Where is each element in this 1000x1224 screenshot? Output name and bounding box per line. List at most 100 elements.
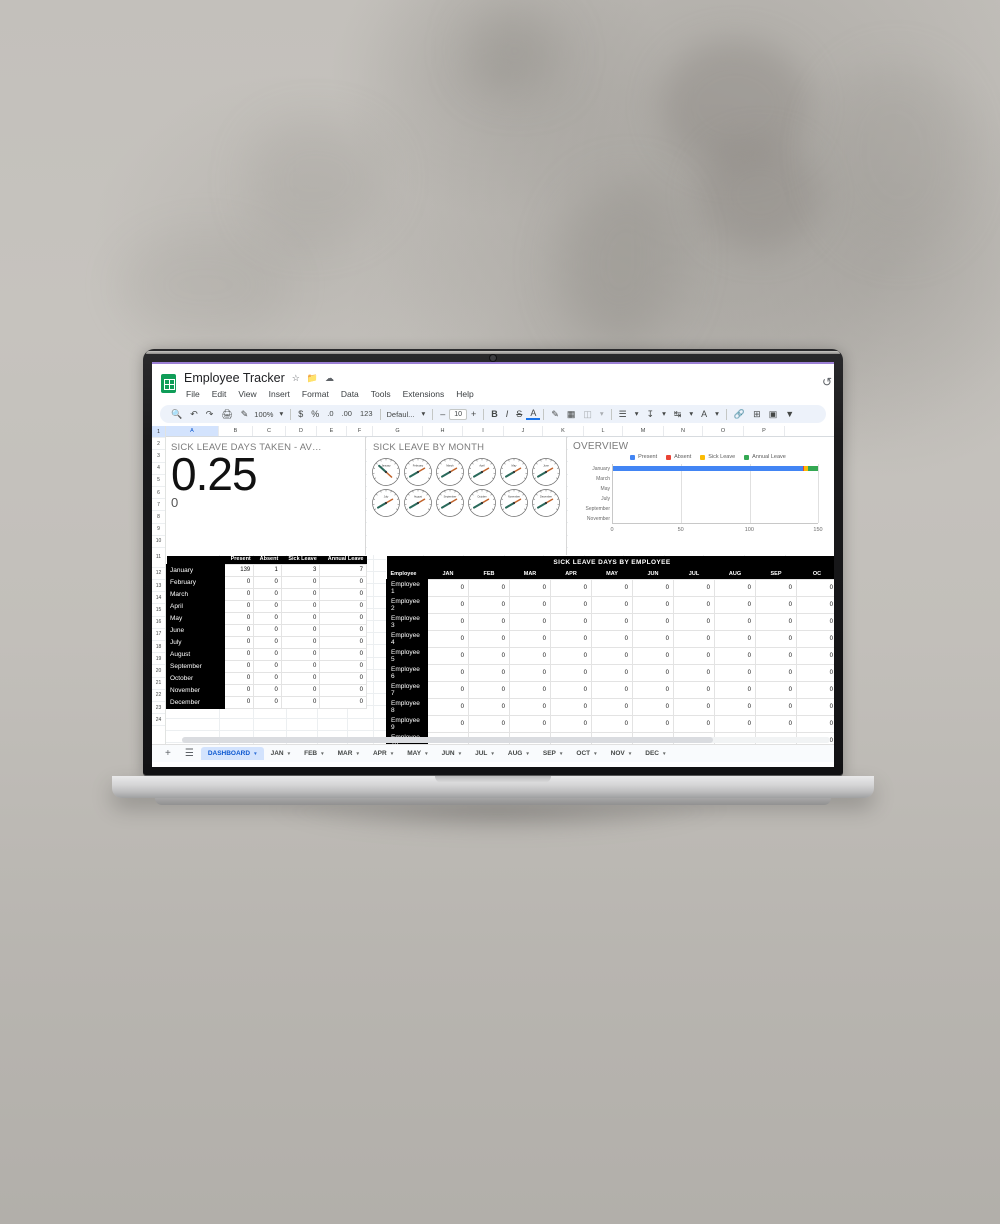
value-cell[interactable]: 7	[319, 563, 367, 577]
value-cell[interactable]: 0	[223, 635, 255, 649]
font-family-select[interactable]: Defaul...	[384, 410, 418, 419]
row-header-23[interactable]: 23	[152, 701, 165, 715]
italic-button[interactable]: I	[502, 409, 513, 419]
chevron-down-icon[interactable]: ▾	[594, 751, 597, 757]
value-cell[interactable]: 0	[796, 715, 834, 733]
print-icon[interactable]: 🖨	[217, 409, 236, 419]
chevron-down-icon[interactable]: ▾	[560, 751, 563, 757]
value-cell[interactable]: 0	[280, 575, 321, 589]
row-header-5[interactable]: 5	[152, 474, 165, 487]
column-header-P[interactable]: P	[744, 426, 785, 436]
row-header-9[interactable]: 9	[152, 523, 165, 536]
column-header-J[interactable]: J	[504, 426, 543, 436]
value-cell[interactable]: 0	[673, 596, 715, 614]
column-header-E[interactable]: E	[317, 426, 347, 436]
value-cell[interactable]: 0	[673, 715, 715, 733]
link-icon[interactable]: 🔗	[730, 409, 749, 419]
value-cell[interactable]: 0	[509, 715, 551, 733]
undo-icon[interactable]: ↶	[186, 409, 202, 419]
value-cell[interactable]: 0	[223, 623, 255, 637]
value-cell[interactable]: 0	[468, 647, 510, 665]
value-cell[interactable]: 0	[319, 683, 367, 697]
value-cell[interactable]: 0	[796, 664, 834, 682]
value-cell[interactable]: 0	[280, 671, 321, 685]
sheet-tab-sep[interactable]: SEP ▾	[536, 747, 570, 760]
value-cell[interactable]: 0	[253, 671, 282, 685]
value-cell[interactable]: 0	[253, 587, 282, 601]
chevron-down-icon[interactable]: ▾	[459, 751, 462, 757]
sheet-tab-aug[interactable]: AUG ▾	[501, 747, 536, 760]
value-cell[interactable]: 0	[550, 596, 592, 614]
row-header-3[interactable]: 3	[152, 450, 165, 463]
value-cell[interactable]: 0	[253, 683, 282, 697]
value-cell[interactable]: 3	[280, 563, 321, 577]
table-row[interactable]: November 0 0 0 0	[166, 683, 367, 697]
table-row[interactable]: December 0 0 0 0	[166, 695, 367, 709]
increase-decimal-icon[interactable]: .00	[338, 410, 356, 418]
row-header-19[interactable]: 19	[152, 653, 165, 666]
redo-icon[interactable]: ↷	[202, 409, 218, 419]
table-row[interactable]: Employee 10000000000	[386, 579, 834, 597]
value-cell[interactable]: 0	[673, 647, 715, 665]
value-cell[interactable]: 0	[468, 681, 510, 699]
chevron-down-icon[interactable]: ▾	[391, 751, 394, 757]
column-header-I[interactable]: I	[463, 426, 504, 436]
halign-chevron-down-icon[interactable]: ▾	[631, 410, 643, 418]
value-cell[interactable]: 0	[253, 599, 282, 613]
column-header-D[interactable]: D	[286, 426, 317, 436]
value-cell[interactable]: 0	[714, 579, 756, 597]
value-cell[interactable]: 0	[319, 599, 367, 613]
row-header-10[interactable]: 10	[152, 535, 165, 548]
value-cell[interactable]: 0	[253, 635, 282, 649]
percent-format-icon[interactable]: %	[307, 409, 323, 419]
fill-color-icon[interactable]: ✎	[547, 409, 563, 419]
column-header-K[interactable]: K	[543, 426, 584, 436]
version-history-icon[interactable]: ↺	[822, 375, 832, 389]
column-header-B[interactable]: B	[219, 426, 253, 436]
value-cell[interactable]: 0	[550, 664, 592, 682]
sheet-tab-jul[interactable]: JUL ▾	[468, 747, 501, 760]
value-cell[interactable]: 0	[319, 611, 367, 625]
value-cell[interactable]: 0	[591, 647, 633, 665]
insert-chart-icon[interactable]: ▣	[765, 409, 782, 419]
value-cell[interactable]: 0	[632, 681, 674, 699]
value-cell[interactable]: 0	[427, 579, 469, 597]
menu-tools[interactable]: Tools	[369, 388, 393, 400]
value-cell[interactable]: 0	[468, 579, 510, 597]
column-header-L[interactable]: L	[584, 426, 623, 436]
row-header-16[interactable]: 16	[152, 616, 165, 629]
value-cell[interactable]: 0	[714, 596, 756, 614]
table-row[interactable]: March 0 0 0 0	[166, 587, 367, 601]
value-cell[interactable]: 0	[427, 596, 469, 614]
value-cell[interactable]: 0	[223, 671, 255, 685]
value-cell[interactable]: 0	[673, 630, 715, 648]
value-cell[interactable]: 0	[468, 664, 510, 682]
value-cell[interactable]: 0	[755, 630, 797, 648]
chevron-down-icon[interactable]: ▾	[425, 751, 428, 757]
row-header-11[interactable]: 11	[152, 547, 165, 568]
value-cell[interactable]: 0	[796, 698, 834, 716]
zoom-level[interactable]: 100%	[252, 410, 275, 419]
value-cell[interactable]: 0	[550, 647, 592, 665]
value-cell[interactable]: 0	[427, 681, 469, 699]
all-sheets-icon[interactable]: ☰	[178, 748, 201, 759]
chevron-down-icon[interactable]: ▾	[526, 751, 529, 757]
wrap-chevron-down-icon[interactable]: ▾	[685, 410, 697, 418]
row-header-7[interactable]: 7	[152, 499, 165, 512]
value-cell[interactable]: 0	[509, 681, 551, 699]
table-row[interactable]: October 0 0 0 0	[166, 671, 367, 685]
value-cell[interactable]: 0	[755, 681, 797, 699]
value-cell[interactable]: 0	[319, 623, 367, 637]
increase-font-size-button[interactable]: +	[467, 409, 480, 419]
value-cell[interactable]: 0	[632, 715, 674, 733]
value-cell[interactable]: 0	[591, 630, 633, 648]
value-cell[interactable]: 0	[714, 681, 756, 699]
value-cell[interactable]: 0	[550, 630, 592, 648]
value-cell[interactable]: 0	[509, 664, 551, 682]
value-cell[interactable]: 0	[673, 613, 715, 631]
value-cell[interactable]: 0	[427, 613, 469, 631]
value-cell[interactable]: 0	[632, 698, 674, 716]
move-to-folder-icon[interactable]: 📁	[307, 373, 318, 384]
value-cell[interactable]: 0	[280, 695, 321, 709]
chevron-down-icon[interactable]: ▾	[491, 751, 494, 757]
